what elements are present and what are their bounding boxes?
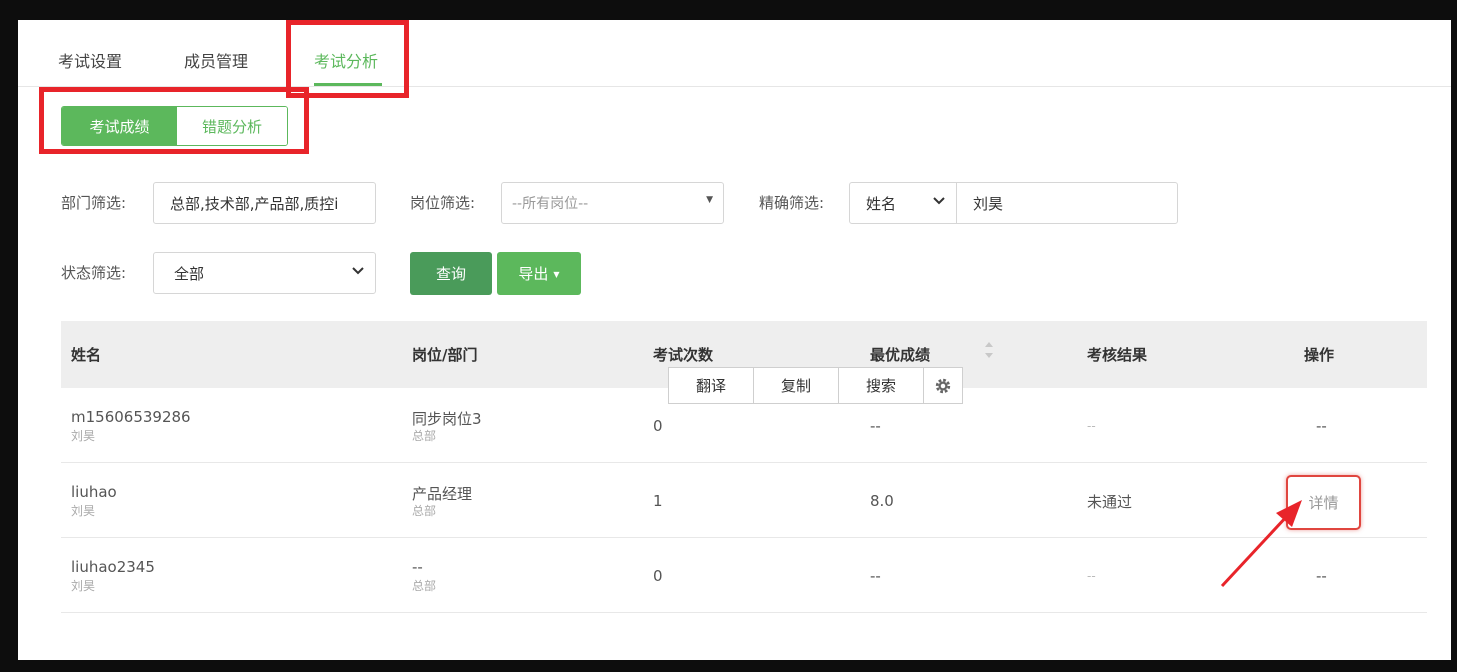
col-best-score[interactable]: 最优成绩 (870, 344, 930, 365)
export-button-label: 导出 (518, 265, 549, 283)
status-filter-select[interactable]: 全部 (153, 252, 376, 294)
dept-filter-value: 总部,技术部,产品部,质控i (170, 194, 339, 213)
tab-member-management[interactable]: 成员管理 (184, 48, 248, 72)
exam-count: 0 (653, 567, 663, 585)
member-dept: 总部 (412, 504, 437, 518)
chevron-down-icon (351, 263, 365, 277)
exact-value-text: 刘昊 (973, 194, 1004, 213)
best-score: -- (870, 567, 881, 585)
member-nickname: 刘昊 (71, 504, 96, 518)
top-tabs: 考试设置 成员管理 考试分析 (18, 20, 1451, 87)
exact-field-value: 姓名 (866, 194, 897, 213)
col-post-dept: 岗位/部门 (412, 346, 478, 364)
result: -- (1087, 419, 1096, 433)
translate-popup: 翻译 复制 搜索 (668, 367, 963, 404)
exam-count: 1 (653, 492, 663, 510)
action: -- (1316, 567, 1327, 585)
exam-count: 0 (653, 417, 663, 435)
col-name: 姓名 (71, 346, 102, 364)
member-name: liuhao (71, 483, 117, 501)
dept-filter-input[interactable]: 总部,技术部,产品部,质控i (153, 182, 376, 224)
result: 未通过 (1087, 493, 1133, 511)
export-button[interactable]: 导出 ▼ (497, 252, 581, 295)
member-name: liuhao2345 (71, 558, 155, 576)
exact-filter-label: 精确筛选: (759, 194, 825, 212)
col-exam-count: 考试次数 (653, 346, 714, 364)
post-filter-label: 岗位筛选: (410, 194, 476, 212)
status-filter-label: 状态筛选: (61, 264, 127, 282)
member-post: -- (412, 558, 423, 576)
member-name: m15606539286 (71, 408, 191, 426)
exact-field-select[interactable]: 姓名 (849, 182, 957, 224)
member-post: 同步岗位3 (412, 410, 482, 428)
col-result: 考核结果 (1087, 346, 1148, 364)
caret-down-icon: ▼ (706, 195, 713, 205)
member-post: 产品经理 (412, 485, 473, 503)
member-nickname: 刘昊 (71, 429, 96, 443)
dept-filter-label: 部门筛选: (61, 194, 127, 212)
status-filter-value: 全部 (174, 264, 205, 283)
translate-button[interactable]: 翻译 (669, 368, 754, 403)
col-action: 操作 (1304, 346, 1335, 364)
screenshot-frame: 考试设置 成员管理 考试分析 考试成绩 错题分析 部门筛选: 总部,技术部,产品… (0, 0, 1457, 672)
caret-down-icon: ▼ (553, 270, 560, 279)
result: -- (1087, 569, 1096, 583)
member-nickname: 刘昊 (71, 579, 96, 593)
chevron-down-icon (932, 193, 946, 207)
post-filter-select[interactable]: --所有岗位-- ▼ (501, 182, 724, 224)
query-button[interactable]: 查询 (410, 252, 492, 295)
action: -- (1316, 417, 1327, 435)
search-button[interactable]: 搜索 (839, 368, 924, 403)
tab-exam-settings[interactable]: 考试设置 (58, 48, 122, 72)
best-score: -- (870, 417, 881, 435)
annotation-box-subtabs (39, 87, 309, 154)
member-dept: 总部 (412, 579, 437, 593)
gear-icon[interactable] (924, 368, 962, 403)
member-dept: 总部 (412, 429, 437, 443)
exact-value-input[interactable]: 刘昊 (956, 182, 1178, 224)
annotation-arrow-icon (1220, 500, 1302, 588)
copy-button[interactable]: 复制 (754, 368, 839, 403)
post-filter-placeholder: --所有岗位-- (512, 196, 589, 212)
best-score: 8.0 (870, 492, 894, 510)
sort-icon[interactable] (984, 339, 994, 365)
